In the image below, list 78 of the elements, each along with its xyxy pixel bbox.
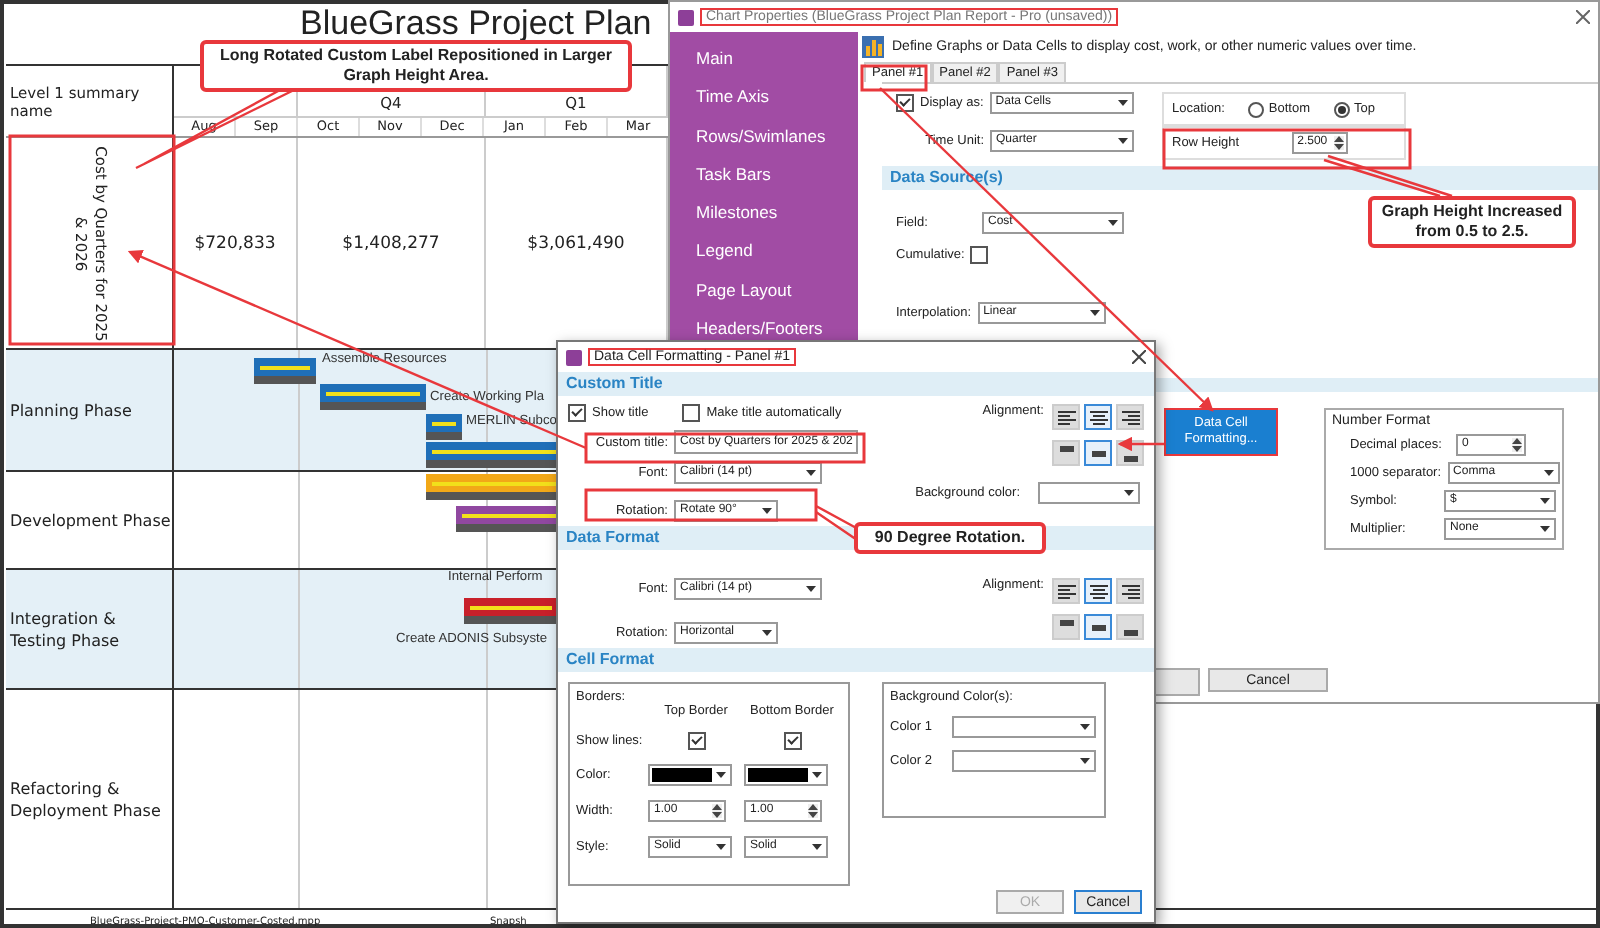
align-right-icon: [1121, 583, 1139, 599]
app-icon: [566, 349, 582, 365]
highlight-frame: [860, 64, 928, 92]
sidebar-item[interactable]: Rows/Swimlanes: [696, 125, 826, 146]
dropdown-caret-icon: [1124, 490, 1134, 496]
dropdown-caret-icon: [1117, 100, 1128, 106]
dropdown-caret-icon: [1080, 758, 1090, 764]
align-button[interactable]: [1084, 404, 1112, 430]
section-header: Custom Title: [558, 372, 1154, 396]
checkbox[interactable]: [682, 404, 701, 422]
checkbox[interactable]: [783, 732, 801, 750]
align-right-icon: [1121, 409, 1139, 425]
align-button[interactable]: [1084, 578, 1112, 604]
align-middle-icon: [1089, 445, 1107, 461]
sidebar-item[interactable]: Milestones: [696, 202, 778, 223]
align-center-icon: [1089, 409, 1107, 425]
align-button[interactable]: [1052, 404, 1080, 430]
close-icon[interactable]: [1132, 350, 1146, 364]
align-middle-icon: [1089, 619, 1107, 635]
color-picker[interactable]: [648, 764, 732, 786]
dropdown-caret-icon: [1540, 526, 1550, 532]
leader-line: [1322, 154, 1454, 198]
checkbox[interactable]: [687, 732, 705, 750]
dropdown-caret-icon: [1540, 498, 1550, 504]
phase-name: Integration & Testing Phase: [10, 607, 122, 651]
align-button[interactable]: [1116, 614, 1144, 640]
align-button[interactable]: [1052, 614, 1080, 640]
align-left-icon: [1057, 583, 1075, 599]
dropdown-caret-icon: [1108, 220, 1118, 226]
phase-name: Planning Phase: [10, 399, 132, 421]
checkbox[interactable]: [970, 246, 989, 264]
spinner-arrows-icon[interactable]: [1512, 438, 1522, 452]
color-picker[interactable]: [744, 764, 828, 786]
dropdown-caret-icon: [762, 630, 772, 636]
cost-value: $1,408,277: [342, 233, 440, 253]
phase-name: Refactoring & Deployment Phase: [10, 777, 163, 821]
color-select[interactable]: [952, 750, 1096, 772]
dropdown-caret-icon: [1080, 724, 1090, 730]
callout: 90 Degree Rotation.: [854, 522, 1046, 554]
sidebar-item[interactable]: Headers/Footers: [696, 318, 823, 339]
sidebar-item[interactable]: Task Bars: [696, 163, 771, 184]
checkbox[interactable]: [568, 404, 586, 422]
spinner-arrows-icon[interactable]: [712, 804, 722, 818]
dropdown-caret-icon: [806, 586, 816, 592]
color-select[interactable]: [952, 716, 1096, 738]
dropdown-caret-icon: [716, 844, 726, 850]
cost-value: $720,833: [194, 233, 276, 253]
cost-value: $3,061,490: [527, 233, 625, 253]
sidebar-item[interactable]: Legend: [696, 240, 753, 261]
callout: Graph Height Increased from 0.5 to 2.5.: [1368, 196, 1576, 248]
pointer-arrow: [1117, 436, 1164, 452]
background-color-select[interactable]: [1038, 482, 1140, 504]
align-left-icon: [1057, 409, 1075, 425]
align-button[interactable]: [1084, 614, 1112, 640]
align-button[interactable]: [1052, 578, 1080, 604]
dropdown-caret-icon: [812, 772, 822, 778]
dropdown-caret-icon: [716, 772, 726, 778]
sidebar-item[interactable]: Time Axis: [696, 86, 770, 107]
align-button[interactable]: [1084, 440, 1112, 466]
dropdown-caret-icon: [1118, 138, 1128, 144]
align-button[interactable]: [1116, 404, 1144, 430]
dropdown-caret-icon: [762, 508, 772, 514]
section-header: Cell Format: [558, 648, 1154, 672]
dropdown-caret-icon: [812, 844, 822, 850]
sidebar-item[interactable]: Main: [696, 48, 733, 68]
align-button[interactable]: [1052, 440, 1080, 466]
callout: Long Rotated Custom Label Repositioned in Larger Graph Height Area.: [200, 40, 632, 92]
report-title: BlueGrass Project Plan: [300, 4, 652, 42]
spinner-arrows-icon[interactable]: [808, 804, 818, 818]
app-icon: [678, 9, 694, 25]
close-icon[interactable]: [1576, 10, 1590, 24]
bar-chart-icon: [862, 35, 884, 57]
phase-name: Development Phase: [10, 509, 171, 531]
dropdown-caret-icon: [1089, 310, 1100, 316]
sidebar-item[interactable]: Page Layout: [696, 279, 792, 300]
spinner-arrows-icon[interactable]: [1333, 136, 1344, 150]
align-center-icon: [1089, 583, 1107, 599]
align-button[interactable]: [1116, 578, 1144, 604]
